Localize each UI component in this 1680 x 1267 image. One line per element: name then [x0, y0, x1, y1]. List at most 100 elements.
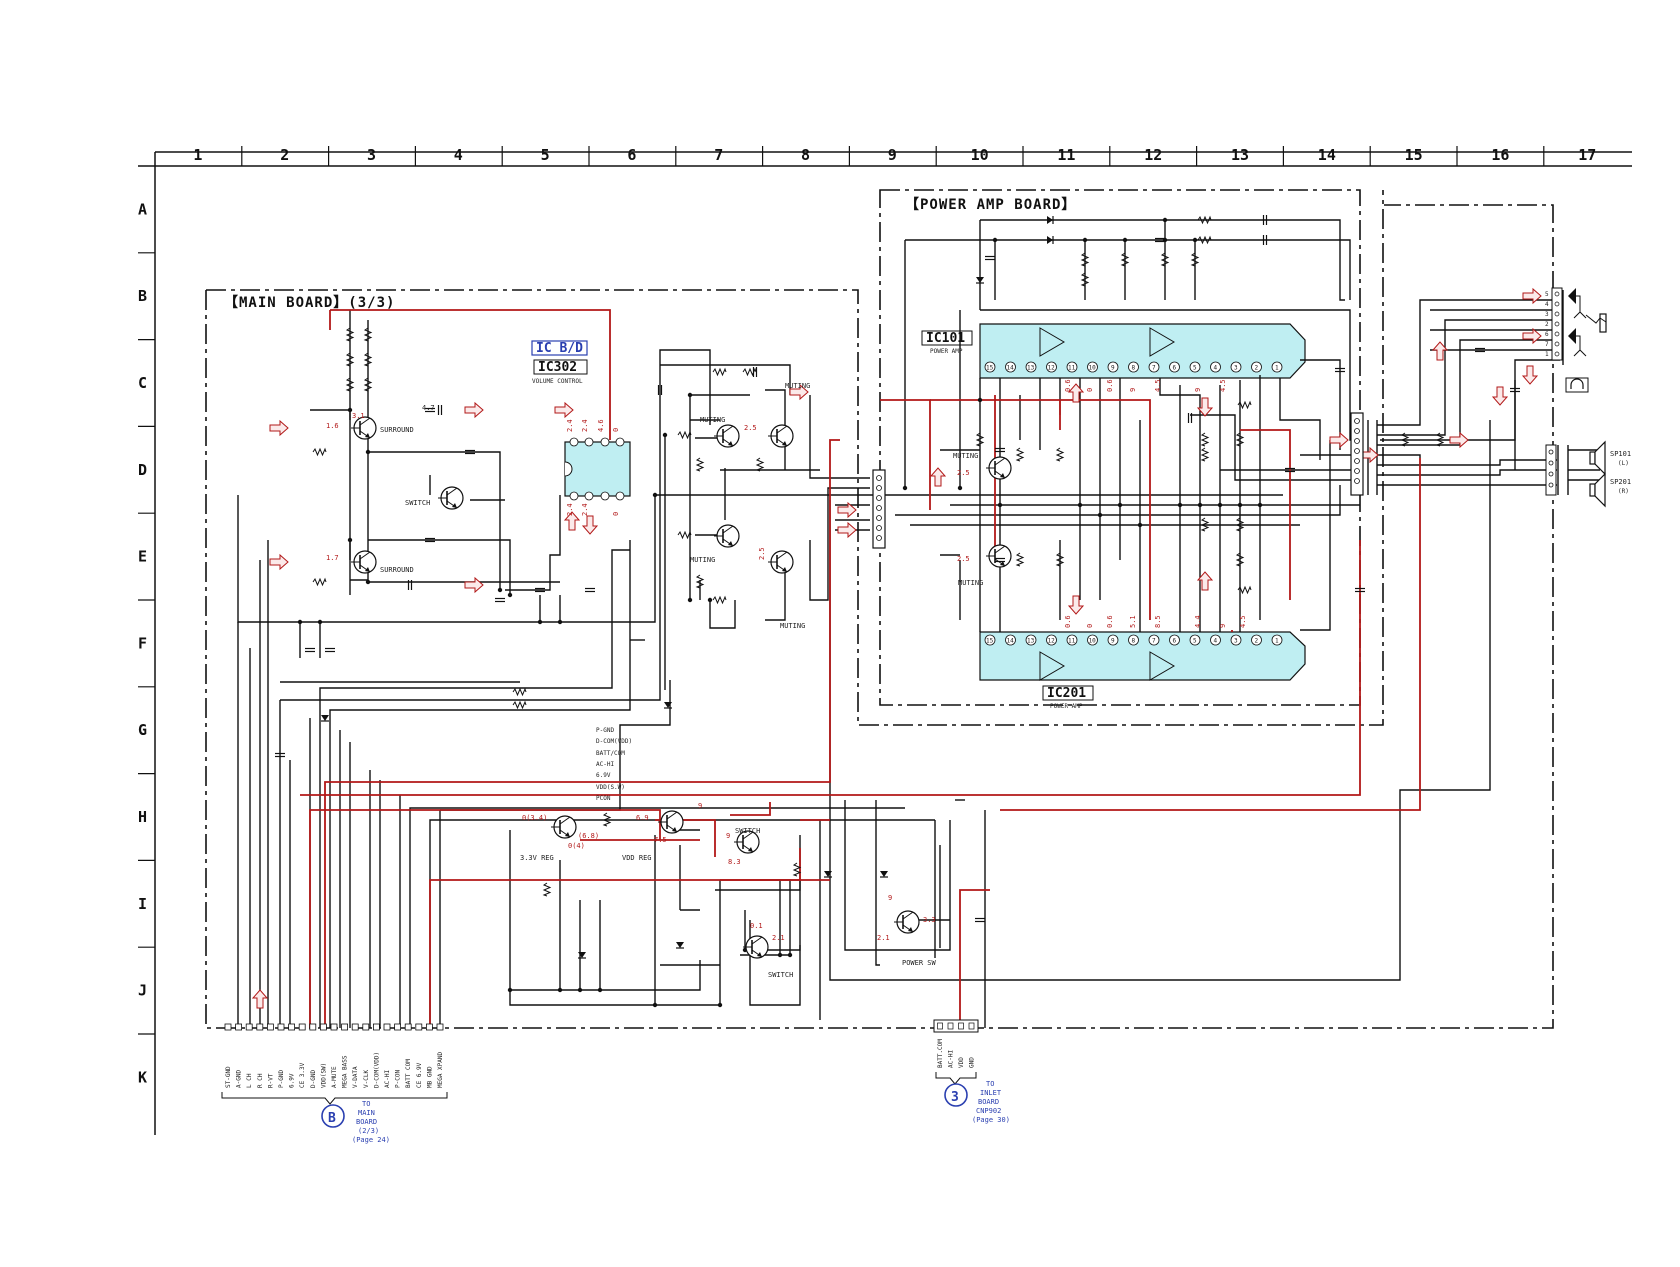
label-switch-mid: SWITCH [405, 499, 430, 507]
jack-pin-number: 3 [1545, 311, 1549, 318]
ic201-pin-number: 11 [1068, 638, 1076, 645]
volt-8-3: 8.3 [728, 858, 741, 866]
volt-1-7: 1.7 [326, 554, 339, 562]
connector-b-pin-label: V-DATA [352, 1066, 359, 1088]
ic201-pin-voltage: 0 [1086, 624, 1094, 628]
jack-pin [1554, 291, 1560, 297]
jack-pin-number: 6 [1545, 331, 1549, 338]
transistor-symbol [351, 550, 377, 574]
connector-b-pad [404, 1023, 412, 1031]
ic101-pin-voltage: 9 [1129, 388, 1137, 392]
ic201-pin-voltage: 0.6 [1106, 615, 1114, 628]
volt-3-1: 3.1 [352, 412, 365, 420]
ic101-pin-number: 8 [1132, 365, 1136, 372]
connector-b-pin-label: AC-HI [384, 1070, 391, 1088]
ic101-pin-voltage: 4.5 [1154, 379, 1162, 392]
volt-ic302-5: 2.4 [566, 503, 574, 516]
column-label-5: 5 [541, 146, 550, 164]
row-label-J: J [138, 982, 147, 1000]
volt-1-6: 1.6 [326, 422, 339, 430]
speaker-sp201-icon [1589, 472, 1606, 508]
diode-symbol [976, 277, 984, 284]
label-power-sw: POWER SW [902, 959, 937, 967]
ic201-pin-voltage: 9 [1219, 624, 1227, 628]
connector-b-badge-text: B [328, 1111, 336, 1126]
volt-0-3-4: 0(3.4) [522, 814, 547, 822]
label-surround-top: SURROUND [380, 426, 414, 434]
speaker-sp201-label: SP201 [1610, 478, 1631, 486]
resistor-symbol [1200, 432, 1210, 447]
connector-b-pin-label: MB GND [426, 1066, 433, 1088]
signal-arrow [1329, 431, 1349, 449]
volt-6-8: (6.8) [578, 832, 599, 840]
jack-pin [1554, 351, 1560, 357]
signal-arrow [554, 401, 574, 419]
column-label-4: 4 [454, 146, 463, 164]
diode-symbol [578, 952, 586, 959]
connector-b-pad [351, 1023, 359, 1031]
jack-pin [1554, 331, 1560, 337]
volt-6-9: 6.9 [636, 814, 649, 822]
transistor-symbol [986, 544, 1012, 568]
capacitor-symbol [585, 587, 595, 593]
jack-pin-number: 5 [1545, 291, 1549, 298]
ic201-pin-number: 3 [1234, 638, 1238, 645]
connector-3-bracket [935, 1072, 977, 1085]
connector-b-note-2: MAIN [358, 1109, 375, 1117]
diode-symbol [676, 942, 684, 949]
volt-2-5c: 2.5 [957, 469, 970, 477]
signal-arrow [251, 989, 269, 1009]
label-surround-bottom: SURROUND [380, 566, 414, 574]
diode-symbol [321, 715, 329, 722]
volt-0-4: 0(4) [568, 842, 585, 850]
resistor-symbol [712, 367, 727, 377]
signal-arrow [464, 576, 484, 594]
row-label-E: E [138, 548, 147, 566]
ic101-pin-number: 5 [1193, 365, 1197, 372]
power-amp-board-title: 【POWER AMP BOARD】 [905, 197, 1076, 213]
label-switch-j8: SWITCH [768, 971, 793, 979]
connector-b-pad [245, 1023, 253, 1031]
column-label-6: 6 [627, 146, 636, 164]
ic201-pin-number: 9 [1111, 638, 1115, 645]
column-label-7: 7 [714, 146, 723, 164]
connector-b-pad [383, 1023, 391, 1031]
connector-b-note-5: (Page 24) [352, 1136, 390, 1144]
capacitor-symbol [975, 917, 985, 923]
connector-b-badge: B [321, 1104, 345, 1128]
speaker-sp101-icon [1589, 440, 1606, 476]
resistor-symbol [312, 577, 327, 587]
column-label-16: 16 [1491, 146, 1509, 164]
column-label-10: 10 [971, 146, 989, 164]
ic201-name: IC201 [1047, 686, 1086, 701]
volt-ic302-1: 2.4 [566, 419, 574, 432]
row-label-C: C [138, 374, 147, 392]
bus-label-1: D-COM(VDD) [596, 738, 632, 745]
connector-b-pad [319, 1023, 327, 1031]
capacitor-symbol [985, 255, 995, 261]
cap-4-7: 4.7 [422, 404, 435, 412]
jack-pin [1554, 321, 1560, 327]
connector-b-pin-label: A-MUTE [331, 1066, 338, 1088]
label-muting-d7: MUTING [700, 416, 725, 424]
schematic-page: 1 2 3 4 5 6 7 8 9 10 11 12 13 14 15 16 17 ABCDEFGHIJK 【M… [0, 0, 1680, 1263]
resistor-symbol [1015, 447, 1025, 462]
connector-b-note-1: TO [362, 1100, 370, 1108]
ic302-tag: IC B/D [536, 341, 583, 356]
connector-b-pad [330, 1023, 338, 1031]
connector-b-pad [277, 1023, 285, 1031]
ic101-pin-voltage: 9 [1194, 388, 1202, 392]
ic101-pin-voltage: 0 [1086, 388, 1094, 392]
diode-symbol [1047, 216, 1054, 224]
capacitor-symbol [325, 647, 335, 653]
connector-b-pad [256, 1023, 264, 1031]
resistor-symbol [677, 530, 692, 540]
connector-b-note-4: (2/3) [358, 1127, 379, 1135]
ic201-pin-number: 14 [1007, 638, 1015, 645]
row-label-F: F [138, 634, 147, 652]
row-label-G: G [138, 721, 147, 739]
speaker-sp101-channel: (L) [1618, 460, 1629, 467]
connector-b-pin-label: D-GND [310, 1070, 317, 1088]
label-muting-e10: MUTING [958, 579, 983, 587]
connector-b-pad [436, 1023, 444, 1031]
